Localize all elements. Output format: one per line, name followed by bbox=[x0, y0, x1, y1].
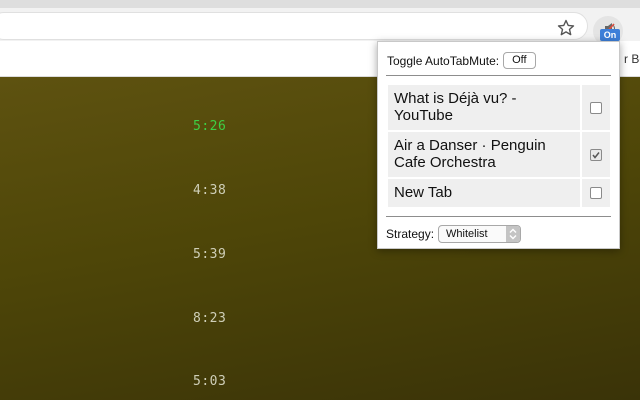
tab-strip bbox=[0, 0, 640, 8]
strategy-value: Whitelist bbox=[446, 227, 488, 240]
tab-title[interactable]: What is Déjà vu? - YouTube bbox=[388, 85, 580, 130]
checkmark-icon bbox=[592, 151, 600, 159]
tab-row: What is Déjà vu? - YouTube bbox=[388, 85, 610, 130]
browser-toolbar bbox=[0, 8, 640, 46]
tab-title[interactable]: Air a Danser · Penguin Cafe Orchestra bbox=[388, 132, 580, 177]
tab-row: New Tab bbox=[388, 179, 610, 207]
select-arrows-icon bbox=[506, 225, 521, 242]
tab-check-cell bbox=[582, 179, 610, 207]
toggle-autotabmute-button[interactable]: Off bbox=[503, 52, 536, 69]
tab-row: Air a Danser · Penguin Cafe Orchestra bbox=[388, 132, 610, 177]
divider bbox=[386, 75, 611, 76]
extension-status-badge: On bbox=[600, 29, 620, 41]
autotabmute-popup: Toggle AutoTabMute: Off What is Déjà vu?… bbox=[377, 41, 620, 249]
tab-whitelist-checkbox[interactable] bbox=[590, 187, 602, 199]
bookmark-item[interactable]: r Bo bbox=[624, 52, 640, 66]
tab-check-cell bbox=[582, 132, 610, 177]
divider bbox=[386, 216, 611, 217]
track-duration: 5:39 bbox=[193, 247, 227, 262]
tab-whitelist-checkbox[interactable] bbox=[590, 101, 602, 114]
tab-check-cell bbox=[582, 85, 610, 130]
track-duration: 4:38 bbox=[193, 183, 227, 198]
bookmark-star-icon[interactable] bbox=[556, 18, 576, 38]
toggle-label: Toggle AutoTabMute: bbox=[387, 53, 500, 68]
track-duration: 5:26 bbox=[193, 119, 227, 134]
tab-title[interactable]: New Tab bbox=[388, 179, 580, 207]
tab-whitelist-checkbox[interactable] bbox=[590, 148, 602, 161]
address-bar[interactable] bbox=[0, 12, 588, 40]
strategy-label: Strategy: bbox=[386, 226, 435, 241]
strategy-select[interactable]: Whitelist bbox=[438, 224, 522, 243]
track-duration: 8:23 bbox=[193, 311, 227, 326]
strategy-row: Strategy: Whitelist bbox=[386, 224, 522, 243]
toggle-row: Toggle AutoTabMute: Off bbox=[387, 52, 536, 69]
track-duration: 5:03 bbox=[193, 374, 227, 389]
